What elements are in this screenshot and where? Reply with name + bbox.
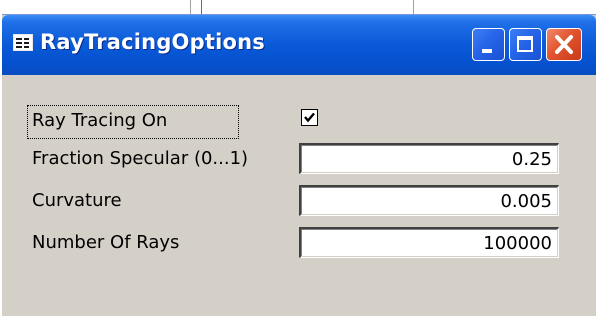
minimize-icon (482, 49, 492, 53)
background-divider (201, 0, 202, 14)
close-icon (555, 35, 573, 54)
background-divider (190, 0, 191, 14)
background-divider (413, 0, 414, 14)
curvature-field[interactable]: 0.005 (299, 185, 559, 216)
curvature-label: Curvature (32, 190, 122, 211)
form-icon[interactable] (13, 34, 33, 51)
fraction-specular-field[interactable]: 0.25 (299, 143, 559, 174)
minimize-button[interactable] (472, 28, 505, 61)
maximize-button[interactable] (509, 28, 542, 61)
background-window-edge (0, 0, 596, 14)
checkmark-icon (304, 112, 315, 123)
ray-tracing-label[interactable]: Ray Tracing On (32, 110, 167, 131)
ray-tracing-options-window: RayTracingOptions Ray Tracing On Fractio… (2, 14, 596, 316)
ray-tracing-checkbox[interactable] (301, 109, 318, 126)
number-of-rays-label: Number Of Rays (32, 232, 180, 253)
close-button[interactable] (546, 28, 582, 61)
fraction-specular-label: Fraction Specular (0...1) (32, 148, 249, 169)
title-bar[interactable]: RayTracingOptions (2, 15, 596, 75)
maximize-icon (517, 36, 533, 52)
number-of-rays-field[interactable]: 100000 (299, 227, 559, 258)
window-title: RayTracingOptions (40, 30, 265, 54)
